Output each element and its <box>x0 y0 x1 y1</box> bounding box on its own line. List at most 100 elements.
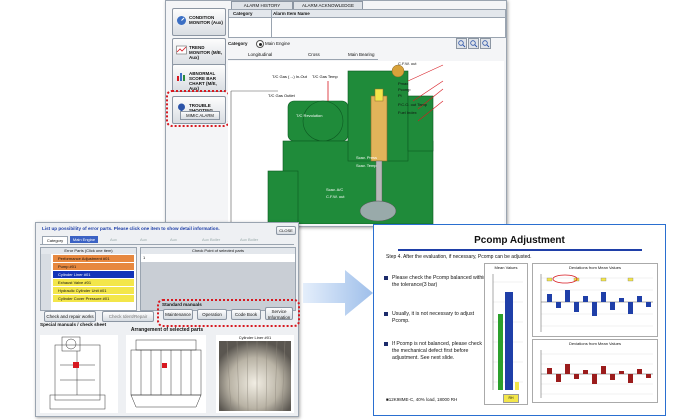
engine-cross-section <box>228 61 504 224</box>
zoom-in-button[interactable] <box>456 38 467 49</box>
check-point-number: 1 <box>143 255 146 260</box>
label-scav-ac: Scav. A/C <box>326 187 344 192</box>
label-scav-press: Scav. Press <box>356 155 378 160</box>
alarm-item-column-header: Alarm Item Name <box>273 11 310 16</box>
condition-monitor-button[interactable]: CONDITION MONITOR (Aux) <box>172 8 226 36</box>
step-text: Step 4. After the evaluation, if necessa… <box>386 254 532 260</box>
label-tc-gas-outlet: T/C Gas Outlet <box>268 93 295 98</box>
list-item[interactable]: Pump #01 <box>53 263 134 270</box>
deviation-panel-2: Deviations from Mean Values <box>532 339 658 403</box>
tab-aux-3[interactable]: Aux <box>170 236 177 243</box>
deviation-title-2: Deviations from Mean Values <box>569 341 621 346</box>
bullet-icon <box>384 276 388 280</box>
arrangement-title: Arrangement of selected parts <box>130 327 204 333</box>
flow-arrow-icon <box>303 270 373 316</box>
condition-monitor-label: CONDITION MONITOR (Aux) <box>189 15 223 25</box>
tab-aux-boiler-2[interactable]: Aux Boiler <box>240 236 258 243</box>
list-item[interactable]: Hydraulic Cylinder Unit #01 <box>53 287 134 294</box>
abnormal-score-label: ABNORMAL SCORE BAR CHART (M/E, Aux) <box>189 71 217 91</box>
main-engine-radio[interactable] <box>256 40 264 48</box>
mean-values-title: Mean Values <box>494 265 518 270</box>
category-tab-bar: Category Main Engine Aux Aux Aux Aux Boi… <box>40 236 294 245</box>
bullet-icon <box>384 342 388 346</box>
deviation-panel-1: Deviations from Mean Values <box>532 263 658 337</box>
footnote-text: 12K98ME-C, 40% load, 18000 RH <box>388 397 458 402</box>
section-tab-bar: Longitudinal Cross Main Bearing <box>228 51 378 60</box>
bullet-1: Please check the Pcomp balanced within t… <box>384 275 487 289</box>
footnote: ■12K98ME-C, 40% load, 18000 RH <box>386 397 458 402</box>
photo-caption: Cylinder Liner #01 <box>238 335 272 340</box>
exhaust-valve-icon <box>391 64 405 78</box>
tab-aux-1[interactable]: Aux <box>110 236 117 243</box>
part-marker <box>162 363 167 368</box>
label-tc-gas-in-out: T/C Gas (→) In-Out <box>272 74 307 79</box>
error-parts-window: List up possibility of error parts. Plea… <box>35 222 300 417</box>
tab-aux-boiler-1[interactable]: Aux Boiler <box>202 236 220 243</box>
label-pmax: Pmax <box>398 81 409 86</box>
check-ident-repair-button[interactable]: Check Ident/Repair <box>102 311 154 322</box>
cylinder-liner-photo <box>219 341 291 411</box>
list-item-selected[interactable]: Cylinder Liner #01 <box>53 271 134 278</box>
piston-highlight <box>370 95 388 162</box>
bullet-3-text: If Pcomp is not balanced, please check t… <box>392 341 482 361</box>
list-item[interactable]: Exhaust Valve #01 <box>53 279 134 286</box>
mean-bar <box>515 382 519 390</box>
close-button[interactable]: CLOSE <box>276 226 296 235</box>
magnifier-icon <box>458 40 466 48</box>
highlight-standard-manuals <box>157 299 300 327</box>
cylinder-liner-photo-frame: Cylinder Liner #01 <box>216 335 294 413</box>
deviation-chart-1 <box>540 274 653 332</box>
label-tc-revolution: T/C Revolution <box>296 113 323 118</box>
error-parts-instructions: List up possibility of error parts. Plea… <box>42 226 220 231</box>
list-item[interactable]: Cylinder Cover Pressure #01 <box>53 295 134 302</box>
category-tab-label: Category <box>42 236 68 245</box>
bullet-icon <box>384 312 388 316</box>
slide-title: Pcomp Adjustment <box>474 235 565 246</box>
tab-cross[interactable]: Cross <box>308 51 320 59</box>
mean-bar <box>505 292 513 390</box>
bullet-2-text: Usually, it is not necessary to adjust P… <box>392 311 475 324</box>
engine-sketch-side <box>126 335 206 413</box>
title-underline <box>398 249 642 251</box>
tab-main-engine[interactable]: Main Engine <box>70 236 98 243</box>
error-parts-list-header: Error Parts (Click one item) <box>41 248 136 254</box>
list-item[interactable]: Performance Adjustment #01 <box>53 255 134 262</box>
mean-bar <box>498 314 503 390</box>
trend-monitor-button[interactable]: TREND MONITOR (M/E, Aux) <box>172 38 226 66</box>
category-column-header: Category <box>233 11 253 16</box>
tab-main-bearing[interactable]: Main Bearing <box>348 51 375 59</box>
label-scav-temp: Scav. Temp <box>356 163 377 168</box>
label-fuel-index: Fuel Index <box>398 110 417 115</box>
highlight-ellipse <box>552 274 578 284</box>
pcomp-slide: Pcomp Adjustment Step 4. After the evalu… <box>373 224 666 416</box>
tab-longitudinal[interactable]: Longitudinal <box>248 51 272 59</box>
mean-values-panel: Mean Values RH <box>484 263 528 405</box>
trend-monitor-label: TREND MONITOR (M/E, Aux) <box>189 45 223 60</box>
part-marker <box>73 362 79 368</box>
label-cfw-out: C.F.W. out <box>398 61 417 66</box>
deviation-title-1: Deviations from Mean Values <box>569 265 621 270</box>
label-pi: Pi <box>398 93 402 98</box>
tab-aux-2[interactable]: Aux <box>140 236 147 243</box>
bullet-2: Usually, it is not necessary to adjust P… <box>384 311 487 325</box>
label-pco-out-temp: P.C.O. out Temp <box>398 102 427 107</box>
mean-legend: RH <box>503 394 519 403</box>
engine-sketch-front <box>40 335 118 413</box>
trend-icon <box>176 45 187 55</box>
error-parts-list: Error Parts (Click one item) Performance… <box>40 247 137 311</box>
bullet-3: If Pcomp is not balanced, please check t… <box>384 341 487 362</box>
highlight-trouble-shooting <box>166 90 230 127</box>
abnormal-score-button[interactable]: ABNORMAL SCORE BAR CHART (M/E, Aux) <box>172 64 226 92</box>
deviation-chart-2 <box>540 350 653 398</box>
magnifier-icon <box>482 40 490 48</box>
zoom-out-button[interactable] <box>468 38 479 49</box>
main-engine-radio-label: Main Engine <box>265 41 291 46</box>
alarm-table: Category Alarm Item Name <box>228 9 506 38</box>
mean-values-chart <box>492 274 523 390</box>
magnifier-icon <box>470 40 478 48</box>
condition-monitor-window: ALARM HISTORY ALARM ACKNOWLEDGE CONDITIO… <box>165 0 507 227</box>
zoom-fit-button[interactable] <box>480 38 491 49</box>
bar-chart-icon <box>177 73 185 81</box>
check-and-repair-button[interactable]: Check and repair works <box>44 311 96 322</box>
gauge-icon <box>177 16 186 25</box>
